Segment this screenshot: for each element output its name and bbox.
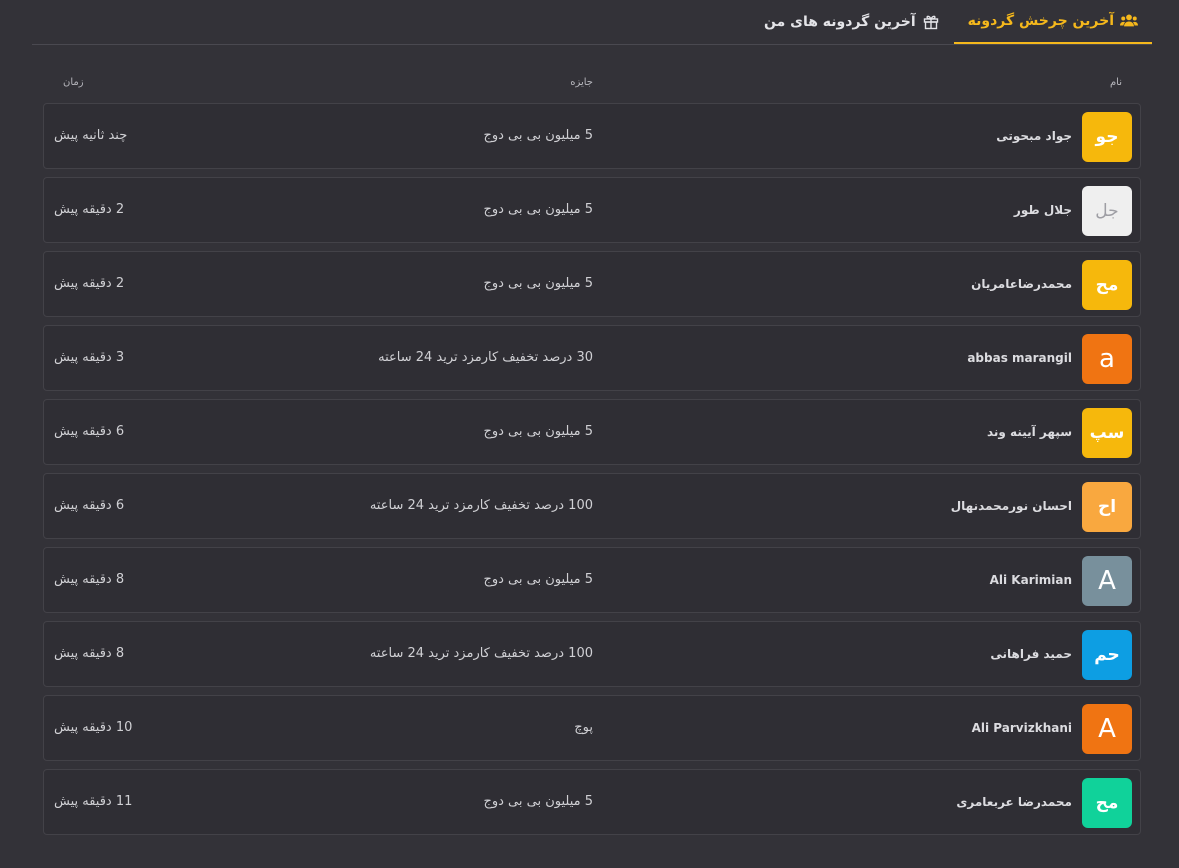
time-ago: 6 دقیقه پیش [54,498,125,513]
prize: 5 میلیون بی بی دوج [483,276,593,291]
tab-latest-spins[interactable]: آخرین چرخش گردونه [953,0,1152,44]
tab-bar: آخرین چرخش گردونه آخرین گردونه های من [32,0,1152,45]
prize: 5 میلیون بی بی دوج [483,424,593,439]
avatar: سپ [1082,408,1132,458]
table-row: مح محمدرضا عربعامری 5 میلیون بی بی دوج 11 د… [43,769,1141,835]
table-row: جو جواد مبحوتی 5 میلیون بی بی دوج چند ثانیه… [43,103,1141,169]
avatar: حم [1082,630,1132,680]
table-row: حم حمید فراهانی 100 درصد تخفیف کارمزد ترید… [43,621,1141,687]
table-row: مح محمدرضاعامریان 5 میلیون بی بی دوج 2 دقیق… [43,251,1141,317]
prize: 5 میلیون بی بی دوج [483,572,593,587]
users-icon [1120,13,1138,29]
user-name: جلال طور [1013,203,1072,217]
header-time: زمان [63,77,84,88]
time-ago: 8 دقیقه پیش [54,572,125,587]
avatar: مح [1082,778,1132,828]
prize: 100 درصد تخفیف کارمزد ترید 24 ساعته [369,498,593,513]
user-name: Ali Parvizkhani [971,721,1072,735]
time-ago: 8 دقیقه پیش [54,646,125,661]
spin-history-panel: آخرین چرخش گردونه آخرین گردونه های من نا… [0,0,1179,868]
table-row: A Ali Parvizkhani پوچ 10 دقیقه پیش [43,695,1141,761]
gift-icon [922,14,940,30]
user-name: سپهر آیینه وند [986,425,1072,439]
prize: 5 میلیون بی بی دوج [483,794,593,809]
user-name: جواد مبحوتی [996,129,1072,143]
time-ago: 11 دقیقه پیش [54,794,133,809]
avatar: مح [1082,260,1132,310]
time-ago: 2 دقیقه پیش [54,202,125,217]
user-name: احسان نورمحمدنهال [950,499,1072,513]
avatar: A [1082,704,1132,754]
user-name: محمدرضاعامریان [971,277,1072,291]
prize: پوچ [574,720,593,735]
avatar: اح [1082,482,1132,532]
avatar: A [1082,556,1132,606]
time-ago: 2 دقیقه پیش [54,276,125,291]
avatar: جو [1082,112,1132,162]
time-ago: 10 دقیقه پیش [54,720,133,735]
user-name: Ali Karimian [989,573,1072,587]
tab-latest-spins-label: آخرین چرخش گردونه [967,13,1114,29]
time-ago: 3 دقیقه پیش [54,350,125,365]
avatar: a [1082,334,1132,384]
table-row: جل جلال طور 5 میلیون بی بی دوج 2 دقیقه پیش [43,177,1141,243]
time-ago: 6 دقیقه پیش [54,424,125,439]
prize: 5 میلیون بی بی دوج [483,128,593,143]
table-header: نام جایزه زمان [43,77,1141,91]
prize: 100 درصد تخفیف کارمزد ترید 24 ساعته [369,646,593,661]
header-prize: جایزه [570,77,593,88]
user-name: محمدرضا عربعامری [956,795,1072,809]
prize: 5 میلیون بی بی دوج [483,202,593,217]
header-name: نام [1109,77,1122,88]
table-row: سپ سپهر آیینه وند 5 میلیون بی بی دوج 6 دقیق… [43,399,1141,465]
table-row: A Ali Karimian 5 میلیون بی بی دوج 8 دقیقه پ… [43,547,1141,613]
tab-my-spins-label: آخرین گردونه های من [764,14,916,30]
table-row: اح احسان نورمحمدنهال 100 درصد تخفیف کارمزد… [43,473,1141,539]
user-name: حمید فراهانی [990,647,1072,661]
table-row: a abbas marangil 30 درصد تخفیف کارمزد ترید… [43,325,1141,391]
time-ago: چند ثانیه پیش [54,128,128,143]
avatar: جل [1082,186,1132,236]
tab-my-spins[interactable]: آخرین گردونه های من [750,0,954,44]
prize: 30 درصد تخفیف کارمزد ترید 24 ساعته [378,350,593,365]
user-name: abbas marangil [967,351,1072,365]
